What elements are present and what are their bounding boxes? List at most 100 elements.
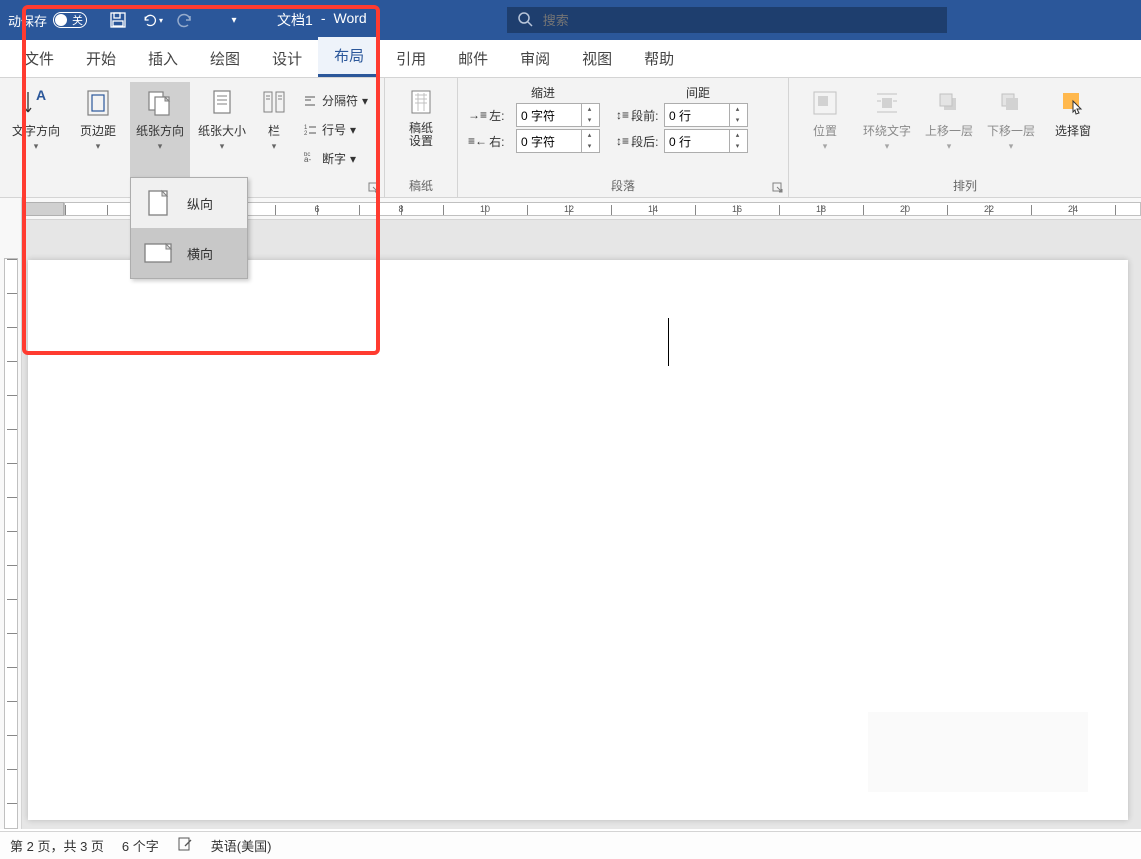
manuscript-label: 稿纸 设置: [409, 122, 433, 148]
app-name: Word: [333, 10, 366, 30]
tab-design[interactable]: 设计: [256, 40, 318, 77]
columns-button[interactable]: 栏 ▾: [254, 82, 294, 177]
status-bar: 第 2 页，共 3 页 6 个字 英语(美国): [0, 831, 1141, 859]
tab-layout[interactable]: 布局: [318, 37, 380, 77]
spinner-up-icon[interactable]: ▴: [582, 130, 597, 141]
status-words[interactable]: 6 个字: [122, 836, 159, 855]
selection-pane-button[interactable]: 选择窗: [1043, 82, 1103, 177]
text-direction-button[interactable]: A 文字方向 ▾: [6, 82, 66, 177]
svg-text:bc: bc: [304, 152, 310, 158]
wrap-text-button[interactable]: 环绕文字 ▾: [857, 82, 917, 177]
page-area[interactable]: [22, 220, 1141, 829]
indent-right-input[interactable]: ▴▾: [516, 129, 600, 153]
status-language[interactable]: 英语(美国): [211, 836, 272, 855]
spacing-header: 间距: [618, 84, 778, 101]
autosave-toggle[interactable]: 关: [53, 12, 87, 28]
tab-insert[interactable]: 插入: [132, 40, 194, 77]
position-button[interactable]: 位置 ▾: [795, 82, 855, 177]
size-button[interactable]: 纸张大小 ▾: [192, 82, 252, 177]
position-label: 位置: [813, 122, 837, 139]
tab-draw[interactable]: 绘图: [194, 40, 256, 77]
spinner-down-icon[interactable]: ▾: [730, 115, 745, 126]
selection-pane-icon: [1057, 86, 1089, 120]
bring-forward-button[interactable]: 上移一层 ▾: [919, 82, 979, 177]
document-page[interactable]: [28, 260, 1128, 820]
chevron-down-icon: ▾: [158, 141, 163, 152]
indent-header: 缩进: [468, 84, 618, 101]
watermark: [868, 712, 1088, 792]
page-setup-dialog-launcher[interactable]: [368, 181, 382, 195]
wrap-text-label: 环绕文字: [863, 122, 911, 139]
spacing-after-label: ↕≡段后:: [616, 133, 660, 150]
manuscript-button[interactable]: 稿纸 设置: [391, 82, 451, 177]
line-numbers-label: 行号: [322, 121, 346, 138]
spinner-down-icon[interactable]: ▾: [730, 141, 745, 152]
undo-icon[interactable]: ▾: [141, 9, 163, 31]
size-icon: [206, 86, 238, 120]
svg-text:2: 2: [304, 131, 308, 137]
quick-access-toolbar: ▾ ▾: [95, 0, 257, 40]
bring-forward-icon: [933, 86, 965, 120]
autosave-group: 动保存 关: [0, 0, 95, 40]
chevron-down-icon: ▾: [34, 141, 39, 152]
spinner-up-icon[interactable]: ▴: [582, 104, 597, 115]
arrange-group-label: 排列: [795, 177, 1135, 195]
doc-name: 文档1: [277, 10, 313, 30]
tab-mailings[interactable]: 邮件: [442, 40, 504, 77]
paragraph-group-label: 段落: [464, 177, 782, 195]
paragraph-dialog-launcher[interactable]: [772, 181, 786, 195]
toggle-knob: [55, 14, 67, 26]
hyphenation-label: 断字: [322, 150, 346, 167]
autosave-state: 关: [72, 12, 83, 28]
manuscript-icon: [405, 86, 437, 120]
spinner-down-icon[interactable]: ▾: [582, 115, 597, 126]
orientation-button[interactable]: 纸张方向 ▾ 纵向 横向: [130, 82, 190, 177]
spacing-before-label: ↕≡段前:: [616, 107, 660, 124]
landscape-icon: [143, 238, 173, 268]
ribbon: A 文字方向 ▾ 页边距 ▾ 纸张方向 ▾: [0, 78, 1141, 198]
size-label: 纸张大小: [198, 122, 246, 139]
search-box[interactable]: [507, 7, 947, 33]
tab-file[interactable]: 文件: [8, 40, 70, 77]
tab-home[interactable]: 开始: [70, 40, 132, 77]
spinner-up-icon[interactable]: ▴: [730, 130, 745, 141]
chevron-down-icon: ▾: [947, 141, 952, 152]
margins-label: 页边距: [80, 122, 116, 139]
wrap-text-icon: [871, 86, 903, 120]
orientation-label: 纸张方向: [136, 122, 184, 139]
qat-customize-icon[interactable]: ▾: [223, 9, 245, 31]
text-direction-label: 文字方向: [12, 122, 60, 139]
spinner-up-icon[interactable]: ▴: [730, 104, 745, 115]
svg-text:A: A: [36, 88, 46, 103]
position-icon: [809, 86, 841, 120]
group-page-setup: A 文字方向 ▾ 页边距 ▾ 纸张方向 ▾: [0, 78, 385, 197]
chevron-down-icon: ▾: [823, 141, 828, 152]
spacing-after-input[interactable]: ▴▾: [664, 129, 748, 153]
redo-icon[interactable]: [175, 9, 197, 31]
group-paragraph: 缩进 间距 →≡左: ▴▾ ↕≡段前: ▴▾ ≡←右: ▴▾ ↕≡段后: ▴▾: [458, 78, 789, 197]
group-manuscript: 稿纸 设置 稿纸: [385, 78, 458, 197]
selection-pane-label: 选择窗: [1055, 122, 1091, 139]
hyphenation-button[interactable]: a-bc 断字 ▾: [298, 148, 372, 169]
title-bar: 动保存 关 ▾ ▾ 文档1 - Word: [0, 0, 1141, 40]
spinner-down-icon[interactable]: ▾: [582, 141, 597, 152]
spacing-before-input[interactable]: ▴▾: [664, 103, 748, 127]
indent-left-input[interactable]: ▴▾: [516, 103, 600, 127]
tab-help[interactable]: 帮助: [628, 40, 690, 77]
tab-review[interactable]: 审阅: [504, 40, 566, 77]
spell-check-icon[interactable]: [177, 836, 193, 855]
send-backward-button[interactable]: 下移一层 ▾: [981, 82, 1041, 177]
save-icon[interactable]: [107, 9, 129, 31]
margins-button[interactable]: 页边距 ▾: [68, 82, 128, 177]
bring-forward-label: 上移一层: [925, 122, 973, 139]
manuscript-group-label: 稿纸: [391, 177, 451, 195]
breaks-button[interactable]: 分隔符 ▾: [298, 90, 372, 111]
line-numbers-button[interactable]: 12 行号 ▾: [298, 119, 372, 140]
status-page[interactable]: 第 2 页，共 3 页: [10, 836, 104, 855]
tab-view[interactable]: 视图: [566, 40, 628, 77]
search-input[interactable]: [543, 13, 937, 28]
orientation-landscape-item[interactable]: 横向: [131, 228, 247, 278]
tab-references[interactable]: 引用: [380, 40, 442, 77]
vertical-ruler[interactable]: [0, 198, 22, 829]
orientation-portrait-item[interactable]: 纵向: [131, 178, 247, 228]
